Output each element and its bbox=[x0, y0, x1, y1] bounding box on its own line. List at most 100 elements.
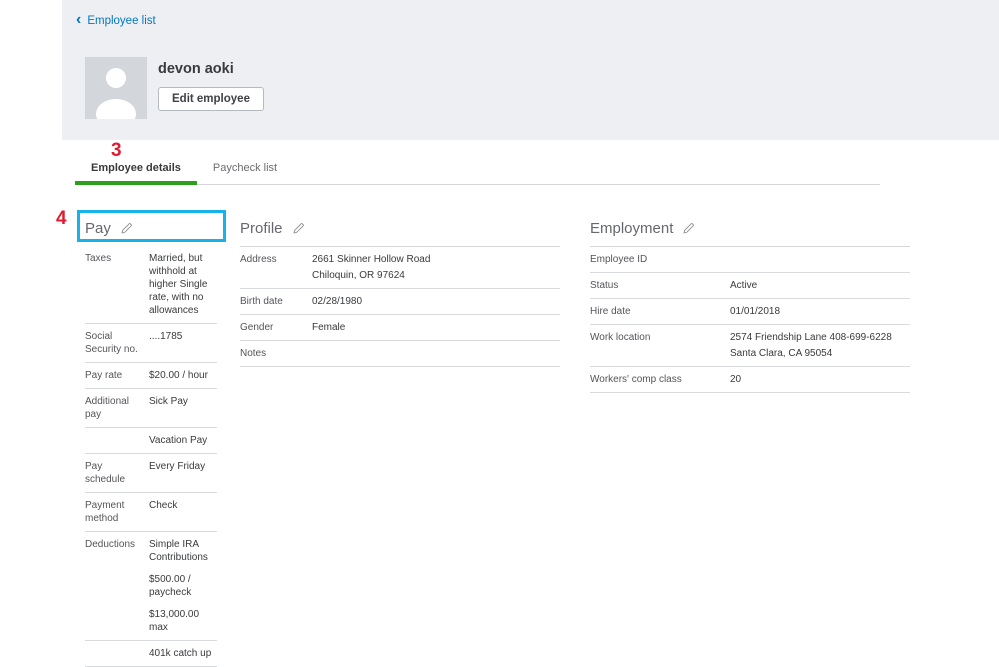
field-value-line: Santa Clara, CA 95054 bbox=[730, 347, 910, 360]
field-value: 02/28/1980 bbox=[312, 295, 560, 308]
field-label: Deductions bbox=[85, 538, 149, 551]
field-value-line: $13,000.00 max bbox=[149, 608, 217, 634]
field-label: Payment method bbox=[85, 499, 149, 525]
field-value-line: 2574 Friendship Lane 408-699-6228 bbox=[730, 331, 910, 344]
field-label: Pay schedule bbox=[85, 460, 149, 486]
detail-row: Hire date 01/01/2018 bbox=[590, 299, 910, 325]
detail-row: Vacation Pay bbox=[85, 428, 217, 454]
field-value-line: Vacation Pay bbox=[149, 434, 217, 447]
avatar bbox=[85, 57, 147, 119]
profile-section-title: Profile bbox=[240, 220, 283, 237]
field-value-line: 2661 Skinner Hollow Road bbox=[312, 253, 560, 266]
pay-rows: Taxes Married, but withhold at higher Si… bbox=[85, 246, 217, 667]
field-value-line: ....1785 bbox=[149, 330, 217, 343]
employee-name: devon aoki bbox=[158, 61, 234, 77]
detail-row: Deductions Simple IRA Contributions $500.… bbox=[85, 532, 217, 641]
edit-employment-icon[interactable] bbox=[682, 222, 695, 235]
field-value: Vacation Pay bbox=[149, 434, 217, 447]
pay-section-header: Pay bbox=[85, 216, 217, 246]
field-value: Every Friday bbox=[149, 460, 217, 473]
header-panel: ‹ Employee list devon aoki Edit employee bbox=[62, 0, 999, 140]
field-label: Hire date bbox=[590, 305, 730, 318]
back-to-employee-list-link[interactable]: ‹ Employee list bbox=[76, 14, 156, 28]
field-value-line: 01/01/2018 bbox=[730, 305, 910, 318]
detail-row: Employee ID bbox=[590, 247, 910, 273]
detail-row: 401k catch up bbox=[85, 641, 217, 667]
employment-section-title: Employment bbox=[590, 220, 673, 237]
field-value: Simple IRA Contributions $500.00 / payche… bbox=[149, 538, 217, 634]
field-value: 2661 Skinner Hollow Road Chiloquin, OR 97… bbox=[312, 253, 560, 282]
chevron-left-icon: ‹ bbox=[76, 12, 81, 28]
detail-row: Pay rate $20.00 / hour bbox=[85, 363, 217, 389]
detail-row: Payment method Check bbox=[85, 493, 217, 532]
detail-row: Address 2661 Skinner Hollow Road Chiloqui… bbox=[240, 247, 560, 289]
employment-rows: Employee ID Status Active Hire date 01/0… bbox=[590, 247, 910, 393]
field-value bbox=[312, 347, 560, 359]
field-label: Gender bbox=[240, 321, 312, 334]
field-value: Married, but withhold at higher Single r… bbox=[149, 252, 217, 317]
field-value-line: Married, but withhold at higher Single r… bbox=[149, 252, 217, 317]
field-label: Social Security no. bbox=[85, 330, 149, 356]
field-value-line: Female bbox=[312, 321, 560, 334]
annotation-step-4: 4 bbox=[56, 209, 67, 228]
field-value-line: $20.00 / hour bbox=[149, 369, 217, 382]
field-value-line: 02/28/1980 bbox=[312, 295, 560, 308]
field-value-line: Sick Pay bbox=[149, 395, 217, 408]
tab-paycheck-list[interactable]: Paycheck list bbox=[197, 152, 293, 184]
field-value: Active bbox=[730, 279, 910, 292]
tab-employee-details[interactable]: Employee details bbox=[75, 152, 197, 185]
avatar-head-shape bbox=[106, 68, 126, 88]
edit-pay-icon[interactable] bbox=[120, 222, 133, 235]
field-value: 20 bbox=[730, 373, 910, 386]
avatar-shoulders-shape bbox=[96, 99, 136, 119]
detail-row: Notes bbox=[240, 341, 560, 367]
employment-section: Employment Employee ID Status Active Hir… bbox=[590, 216, 910, 393]
field-value: 2574 Friendship Lane 408-699-6228 Santa C… bbox=[730, 331, 910, 360]
profile-rows: Address 2661 Skinner Hollow Road Chiloqui… bbox=[240, 247, 560, 367]
detail-row: Taxes Married, but withhold at higher Si… bbox=[85, 246, 217, 324]
annotation-step-3: 3 bbox=[111, 141, 122, 160]
field-label: Notes bbox=[240, 347, 312, 360]
back-link-label: Employee list bbox=[87, 15, 155, 27]
field-value-line: $500.00 / paycheck bbox=[149, 573, 217, 599]
field-label: Status bbox=[590, 279, 730, 292]
field-value-line: 20 bbox=[730, 373, 910, 386]
detail-row: Gender Female bbox=[240, 315, 560, 341]
profile-section: Profile Address 2661 Skinner Hollow Road… bbox=[240, 216, 560, 367]
detail-row: Social Security no. ....1785 bbox=[85, 324, 217, 363]
profile-section-header: Profile bbox=[240, 216, 560, 247]
field-value-line: Chiloquin, OR 97624 bbox=[312, 269, 560, 282]
field-value-line: 401k catch up bbox=[149, 647, 217, 660]
detail-row: Work location 2574 Friendship Lane 408-6… bbox=[590, 325, 910, 367]
edit-employee-button[interactable]: Edit employee bbox=[158, 87, 264, 111]
employment-section-header: Employment bbox=[590, 216, 910, 247]
field-value-line: Every Friday bbox=[149, 460, 217, 473]
field-label: Pay rate bbox=[85, 369, 149, 382]
field-value: $20.00 / hour bbox=[149, 369, 217, 382]
detail-row: Pay schedule Every Friday bbox=[85, 454, 217, 493]
field-value: 01/01/2018 bbox=[730, 305, 910, 318]
field-label: Employee ID bbox=[590, 253, 730, 266]
field-label: Work location bbox=[590, 331, 730, 344]
field-value bbox=[730, 253, 910, 265]
field-label: Additional pay bbox=[85, 395, 149, 421]
field-value-line: Simple IRA Contributions bbox=[149, 538, 217, 564]
field-label: Workers' comp class bbox=[590, 373, 730, 386]
field-value-line: Active bbox=[730, 279, 910, 292]
pay-section-title: Pay bbox=[85, 220, 111, 237]
field-label: Taxes bbox=[85, 252, 149, 265]
field-value: ....1785 bbox=[149, 330, 217, 343]
field-value-line: Check bbox=[149, 499, 217, 512]
field-value: Check bbox=[149, 499, 217, 512]
detail-row: Workers' comp class 20 bbox=[590, 367, 910, 393]
edit-profile-icon[interactable] bbox=[292, 222, 305, 235]
field-value: Sick Pay bbox=[149, 395, 217, 408]
tab-bar: Employee details Paycheck list bbox=[75, 152, 880, 185]
detail-row: Additional pay Sick Pay bbox=[85, 389, 217, 428]
field-value: 401k catch up bbox=[149, 647, 217, 660]
field-label: Birth date bbox=[240, 295, 312, 308]
field-label: Address bbox=[240, 253, 312, 266]
field-value: Female bbox=[312, 321, 560, 334]
detail-row: Status Active bbox=[590, 273, 910, 299]
detail-row: Birth date 02/28/1980 bbox=[240, 289, 560, 315]
